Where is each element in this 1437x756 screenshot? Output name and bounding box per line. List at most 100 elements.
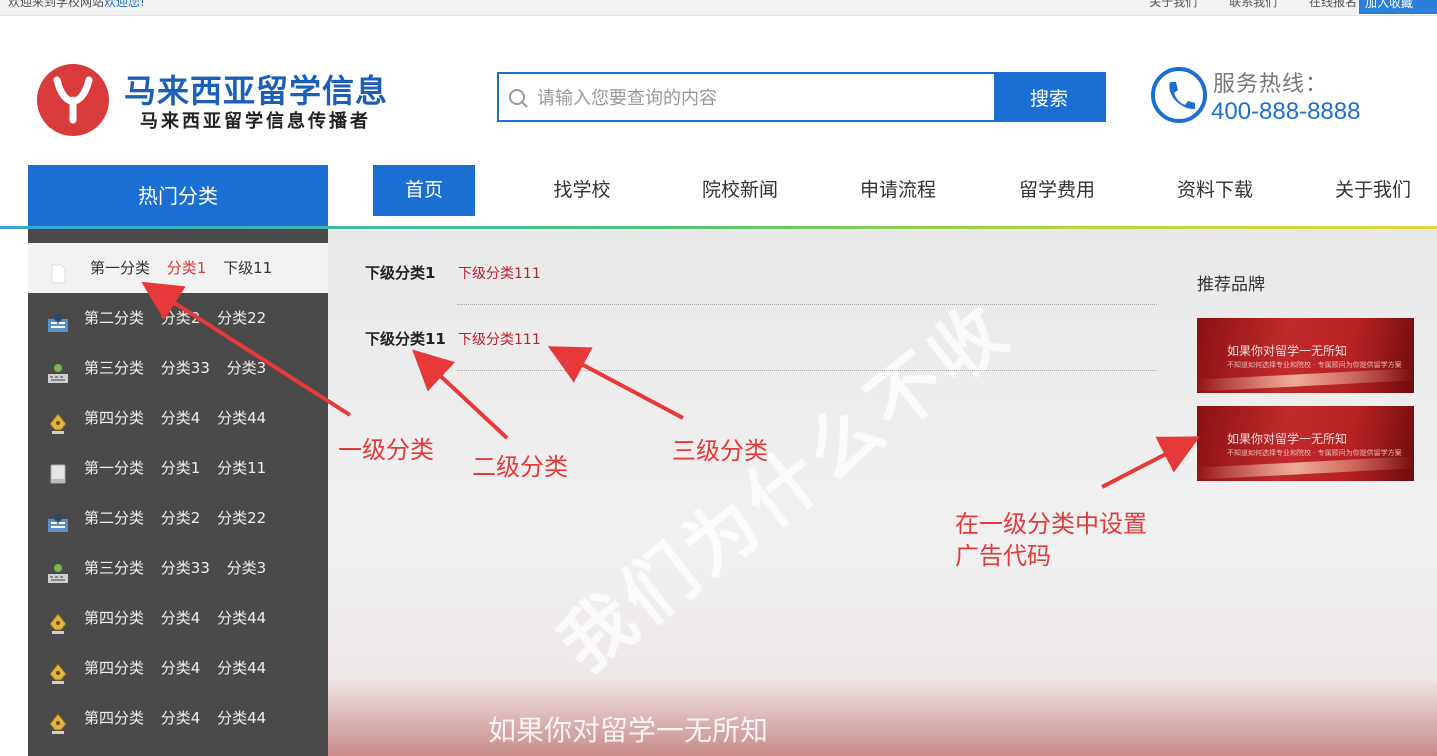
subcategory-link[interactable]: 分类22: [217, 509, 266, 527]
annotation-ad-code-line1: 在一级分类中设置: [955, 510, 1147, 538]
subcategory-link[interactable]: 分类44: [217, 659, 266, 677]
submenu-row: 下级分类11 下级分类111: [365, 328, 541, 349]
welcome-link[interactable]: 欢迎您!: [104, 0, 145, 9]
subcategory-link[interactable]: 分类1: [161, 459, 201, 477]
newspaper-icon: [46, 506, 70, 532]
ad-headline: 如果你对留学一无所知: [1227, 432, 1348, 446]
ad-subtext: 不知道如何选择专业和院校 · 专属顾问为你提供留学方案: [1227, 449, 1402, 457]
sidebar-item-5[interactable]: 第一分类 分类1 分类11: [28, 443, 328, 493]
sidebar-item-9[interactable]: 第四分类 分类4 分类44: [28, 643, 328, 693]
brand-ad-banner[interactable]: 如果你对留学一无所知 不知道如何选择专业和院校 · 专属顾问为你提供留学方案: [1197, 318, 1414, 393]
background-bottom-text: 如果你对留学一无所知: [488, 714, 769, 747]
subcategory-link[interactable]: 分类44: [217, 709, 266, 727]
subcategory-link[interactable]: 分类1: [167, 259, 207, 277]
subcategory-link[interactable]: 分类3: [227, 359, 267, 377]
pen-nib-icon: [46, 706, 70, 734]
sidebar-item-1[interactable]: 第一分类 分类1 下级11: [28, 243, 328, 293]
ad-subtext: 不知道如何选择专业和院校 · 专属顾问为你提供留学方案: [1227, 361, 1402, 369]
pen-nib-icon: [46, 606, 70, 634]
category-name[interactable]: 第二分类: [84, 309, 144, 327]
top-link-signup[interactable]: 在线报名: [1309, 0, 1357, 9]
welcome-prefix: 欢迎来到学校网站: [8, 0, 105, 9]
category-name[interactable]: 第四分类: [84, 609, 144, 627]
sidebar-item-3[interactable]: 第三分类 分类33 分类3: [28, 343, 328, 393]
search-icon: [507, 87, 531, 115]
sidebar-item-7[interactable]: 第三分类 分类33 分类3: [28, 543, 328, 593]
ad-headline: 如果你对留学一无所知: [1227, 344, 1348, 358]
hotline-label: 服务热线：: [1213, 72, 1329, 97]
brand-ad-banner[interactable]: 如果你对留学一无所知 不知道如何选择专业和院校 · 专属顾问为你提供留学方案: [1197, 406, 1414, 481]
category-name[interactable]: 第二分类: [84, 509, 144, 527]
submenu-row: 下级分类1 下级分类111: [365, 262, 541, 283]
site-title[interactable]: 马来西亚留学信息: [124, 66, 388, 112]
hotline-number: 400-888-8888: [1211, 98, 1361, 125]
category-name[interactable]: 第四分类: [84, 659, 144, 677]
logo-icon[interactable]: [37, 64, 109, 136]
welcome-text: 欢迎来到学校网站欢迎您!: [8, 0, 145, 9]
search-input[interactable]: [535, 82, 989, 114]
nav-item-about-us[interactable]: 关于我们: [1323, 165, 1423, 216]
add-favorite-button[interactable]: 加入收藏: [1359, 0, 1437, 14]
nav-item-school-news[interactable]: 院校新闻: [690, 165, 790, 216]
sidebar-item-10[interactable]: 第四分类 分类4 分类44: [28, 693, 328, 743]
subcategory-link[interactable]: 分类3: [227, 559, 267, 577]
nav-item-downloads[interactable]: 资料下载: [1165, 165, 1265, 216]
category-name[interactable]: 第一分类: [84, 459, 144, 477]
subcategory-link[interactable]: 分类4: [161, 609, 201, 627]
nav-item-study-cost[interactable]: 留学费用: [1007, 165, 1107, 216]
level3-category-link[interactable]: 下级分类111: [458, 329, 541, 349]
sidebar-item-6[interactable]: 第二分类 分类2 分类22: [28, 493, 328, 543]
top-link-contact[interactable]: 联系我们: [1229, 0, 1277, 9]
submenu-divider: [457, 304, 1157, 305]
content-panel: 我们为什么不收 如果你对留学一无所知: [328, 229, 1437, 756]
sidebar-item-2[interactable]: 第二分类 分类2 分类22: [28, 293, 328, 343]
subcategory-link[interactable]: 分类44: [217, 409, 266, 427]
subcategory-link[interactable]: 分类11: [217, 459, 266, 477]
newspaper-icon: [46, 306, 70, 332]
subcategory-link[interactable]: 分类4: [161, 659, 201, 677]
subcategory-link[interactable]: 分类2: [161, 509, 201, 527]
subcategory-link[interactable]: 下级11: [223, 259, 272, 277]
category-name[interactable]: 第四分类: [84, 709, 144, 727]
subcategory-link[interactable]: 分类33: [161, 559, 210, 577]
pen-nib-icon: [46, 656, 70, 684]
subcategory-link[interactable]: 分类22: [217, 309, 266, 327]
annotation-level1: 一级分类: [338, 436, 434, 464]
category-name[interactable]: 第三分类: [84, 359, 144, 377]
top-links: 关于我们 联系我们 在线报名: [1121, 0, 1357, 9]
search-box: 搜索: [497, 72, 1106, 122]
ad-light-streak: [1197, 368, 1414, 392]
phone-icon: [1150, 66, 1208, 128]
top-link-about[interactable]: 关于我们: [1149, 0, 1197, 9]
background-slogan: 我们为什么不收: [544, 285, 1027, 688]
keyboard-icon: [46, 356, 70, 383]
nav-item-home[interactable]: 首页: [373, 165, 475, 216]
category-name[interactable]: 第一分类: [90, 259, 150, 277]
search-button[interactable]: 搜索: [994, 74, 1104, 120]
document-icon: [46, 256, 70, 284]
sidebar-item-8[interactable]: 第四分类 分类4 分类44: [28, 593, 328, 643]
pen-nib-icon: [46, 406, 70, 434]
logo-y-icon: [53, 76, 93, 124]
site-subtitle: 马来西亚留学信息传播者: [140, 111, 371, 132]
subcategory-link[interactable]: 分类4: [161, 409, 201, 427]
level2-category-link[interactable]: 下级分类1: [365, 264, 435, 282]
subcategory-link[interactable]: 分类33: [161, 359, 210, 377]
hot-category-header[interactable]: 热门分类: [28, 165, 328, 228]
nav-item-find-school[interactable]: 找学校: [532, 165, 632, 216]
nav-item-apply-process[interactable]: 申请流程: [848, 165, 948, 216]
annotation-level3: 三级分类: [672, 437, 768, 465]
sidebar-item-4[interactable]: 第四分类 分类4 分类44: [28, 393, 328, 443]
category-name[interactable]: 第四分类: [84, 409, 144, 427]
level3-category-link[interactable]: 下级分类111: [458, 263, 541, 283]
book-icon: [46, 456, 70, 484]
subcategory-link[interactable]: 分类4: [161, 709, 201, 727]
recommended-brands-title: 推荐品牌: [1197, 275, 1265, 295]
subcategory-link[interactable]: 分类44: [217, 609, 266, 627]
subcategory-link[interactable]: 分类2: [161, 309, 201, 327]
level2-category-link[interactable]: 下级分类11: [365, 330, 446, 348]
annotation-ad-code-line2: 广告代码: [955, 542, 1051, 570]
top-bar: 欢迎来到学校网站欢迎您! 关于我们 联系我们 在线报名 加入收藏: [0, 0, 1437, 16]
keyboard-icon: [46, 556, 70, 583]
category-name[interactable]: 第三分类: [84, 559, 144, 577]
